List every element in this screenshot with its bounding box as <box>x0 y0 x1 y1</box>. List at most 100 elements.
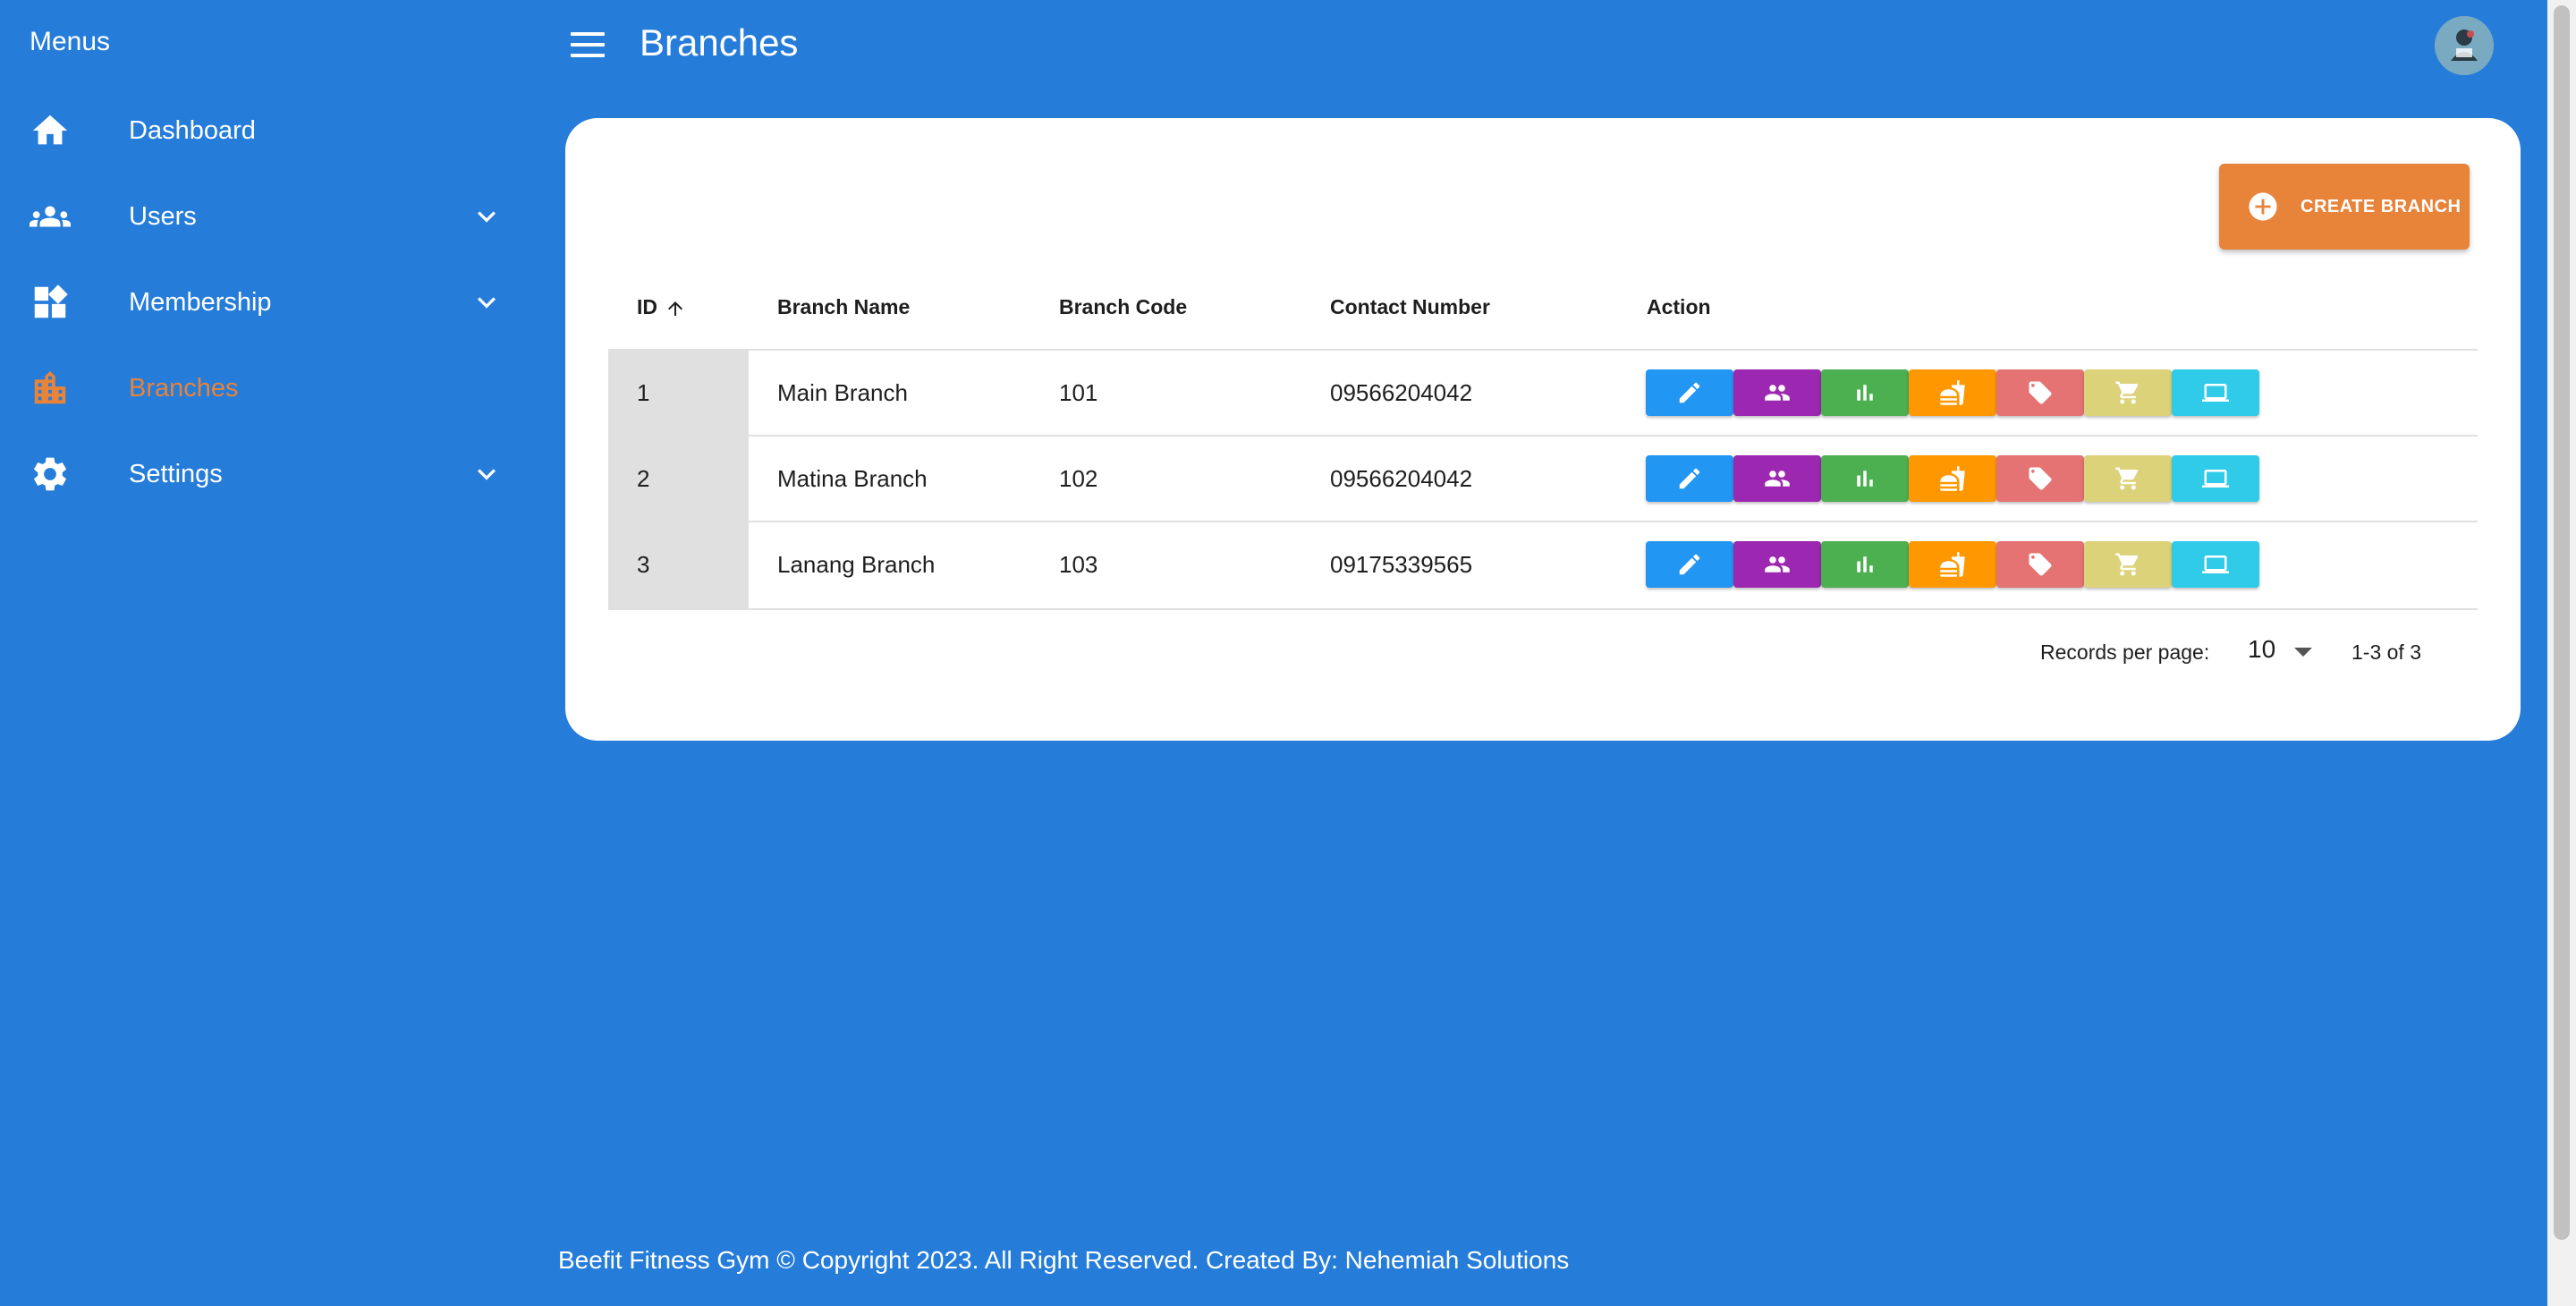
gear-icon <box>30 454 71 495</box>
display-button[interactable] <box>2172 369 2259 416</box>
people-icon <box>1765 556 1790 572</box>
records-per-page-label: Records per page: <box>2040 640 2210 664</box>
cart-icon <box>2115 467 2139 490</box>
id-cell-bg <box>608 351 749 437</box>
dashboard-widgets-icon <box>30 282 71 323</box>
cell-branch-name: Matina Branch <box>777 465 928 492</box>
pencil-icon <box>1679 382 1700 403</box>
sidebar-item-dashboard[interactable]: Dashboard <box>0 88 537 174</box>
chevron-down-icon[interactable] <box>469 284 504 320</box>
users-icon <box>30 196 71 237</box>
table-row: 2 Matina Branch 102 09566204042 <box>608 437 2478 522</box>
arrow-up-icon <box>665 298 686 319</box>
display-button[interactable] <box>2172 455 2259 502</box>
cell-id: 2 <box>637 465 650 492</box>
records-per-page-select[interactable]: 10 <box>2239 630 2328 673</box>
cart-icon <box>2115 381 2139 404</box>
scrollbar[interactable] <box>2547 0 2576 1306</box>
scrollbar-thumb[interactable] <box>2554 5 2570 1240</box>
row-actions <box>1646 369 2259 416</box>
members-button[interactable] <box>1733 369 1821 416</box>
sidebar-item-label: Membership <box>129 287 272 317</box>
sidebar-item-branches[interactable]: Branches <box>0 345 537 431</box>
cell-id: 3 <box>637 551 650 578</box>
display-button[interactable] <box>2172 541 2259 588</box>
id-cell-bg <box>608 437 749 522</box>
cell-branch-name: Main Branch <box>777 379 908 406</box>
food-button[interactable] <box>1909 369 1996 416</box>
pencil-icon <box>1679 554 1700 575</box>
sidebar: Menus Dashboard Users Membership Branche… <box>0 0 537 1306</box>
cell-contact-number: 09566204042 <box>1330 379 1473 406</box>
column-header-id[interactable]: ID <box>637 295 686 319</box>
chevron-down-icon[interactable] <box>469 199 504 234</box>
reports-button[interactable] <box>1821 541 1909 588</box>
sidebar-item-label: Dashboard <box>129 115 256 145</box>
cell-branch-code: 101 <box>1059 379 1098 406</box>
sidebar-item-membership[interactable]: Membership <box>0 259 537 345</box>
create-branch-button[interactable]: CREATE BRANCH <box>2219 164 2470 250</box>
footer-copyright: Beefit Fitness Gym © Copyright 2023. All… <box>558 1246 1570 1274</box>
members-button[interactable] <box>1733 541 1821 588</box>
caret-down-icon <box>2294 648 2312 657</box>
edit-button[interactable] <box>1646 541 1733 588</box>
avatar-icon <box>2435 16 2494 75</box>
edit-button[interactable] <box>1646 455 1733 502</box>
id-cell-bg <box>608 522 749 608</box>
tags-button[interactable] <box>1996 455 2084 502</box>
create-branch-label: CREATE BRANCH <box>2301 197 2462 216</box>
divider <box>608 608 2478 610</box>
branches-card: CREATE BRANCH ID Branch Name Branch Code… <box>565 118 2521 741</box>
cart-button[interactable] <box>2084 369 2172 416</box>
tag-icon <box>2029 381 2052 404</box>
cell-branch-name: Lanang Branch <box>777 551 936 578</box>
tag-icon <box>2029 553 2052 576</box>
members-button[interactable] <box>1733 455 1821 502</box>
column-header-branch-name[interactable]: Branch Name <box>777 295 910 319</box>
food-icon <box>1940 380 1965 405</box>
row-actions <box>1646 455 2259 502</box>
tags-button[interactable] <box>1996 541 2084 588</box>
tag-icon <box>2029 467 2052 490</box>
food-button[interactable] <box>1909 541 1996 588</box>
plus-circle-icon <box>2248 191 2278 222</box>
table-row: 1 Main Branch 101 09566204042 <box>608 351 2478 437</box>
cell-branch-code: 103 <box>1059 551 1098 578</box>
menu-toggle-button[interactable] <box>569 29 606 61</box>
column-header-contact-number[interactable]: Contact Number <box>1330 295 1490 319</box>
monitor-icon <box>2202 555 2229 573</box>
sidebar-title: Menus <box>30 27 111 56</box>
people-icon <box>1765 471 1790 487</box>
sidebar-item-users[interactable]: Users <box>0 174 537 259</box>
food-icon <box>1940 552 1965 577</box>
cell-branch-code: 102 <box>1059 465 1098 492</box>
chevron-down-icon[interactable] <box>469 456 504 492</box>
cell-id: 1 <box>637 379 650 406</box>
table-row: 3 Lanang Branch 103 09175339565 <box>608 522 2478 608</box>
reports-button[interactable] <box>1821 369 1909 416</box>
cart-icon <box>2115 553 2139 576</box>
building-icon <box>30 368 71 409</box>
people-icon <box>1765 385 1790 401</box>
tags-button[interactable] <box>1996 369 2084 416</box>
sidebar-item-label: Settings <box>129 459 223 488</box>
home-icon <box>30 110 71 151</box>
monitor-icon <box>2202 470 2229 488</box>
sidebar-item-settings[interactable]: Settings <box>0 431 537 517</box>
pagination-range: 1-3 of 3 <box>2351 640 2421 664</box>
bar-chart-icon <box>1857 385 1873 401</box>
cart-button[interactable] <box>2084 455 2172 502</box>
edit-button[interactable] <box>1646 369 1733 416</box>
sidebar-item-label: Users <box>129 201 197 231</box>
records-per-page-value: 10 <box>2248 635 2276 663</box>
page-title: Branches <box>640 21 799 64</box>
reports-button[interactable] <box>1821 455 1909 502</box>
avatar[interactable] <box>2435 16 2494 75</box>
cart-button[interactable] <box>2084 541 2172 588</box>
cell-contact-number: 09566204042 <box>1330 465 1473 492</box>
monitor-icon <box>2202 384 2229 402</box>
food-button[interactable] <box>1909 455 1996 502</box>
pencil-icon <box>1679 468 1700 489</box>
cell-contact-number: 09175339565 <box>1330 551 1473 578</box>
column-header-branch-code[interactable]: Branch Code <box>1059 295 1187 319</box>
